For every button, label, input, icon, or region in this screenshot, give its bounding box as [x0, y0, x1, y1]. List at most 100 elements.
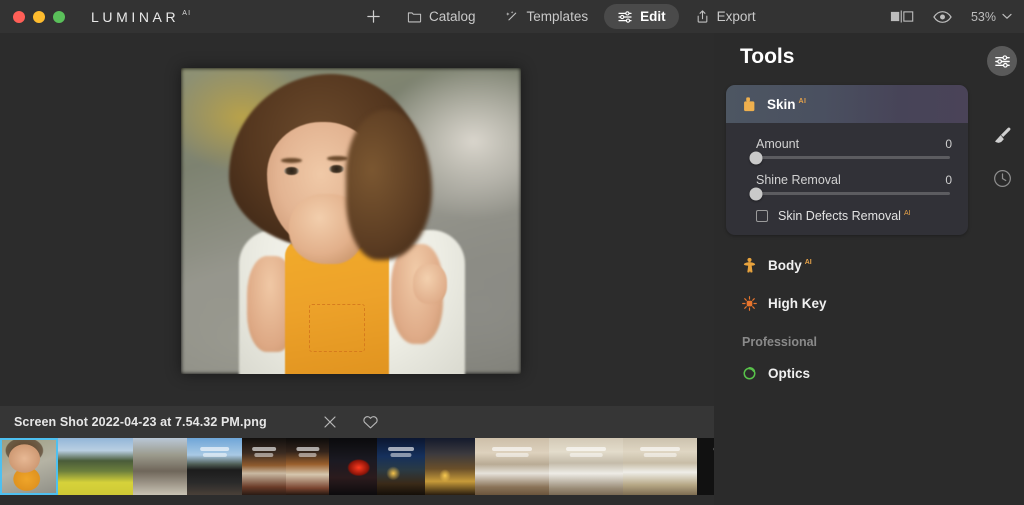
high-key-label-text: High Key	[768, 295, 827, 311]
history-clock-icon-button[interactable]	[987, 163, 1017, 193]
photo-eye-left	[284, 167, 299, 175]
close-window-button[interactable]	[13, 10, 25, 23]
photo-brow-right	[327, 156, 348, 161]
app-logo-text: LUMINAR	[91, 8, 180, 25]
optics-label-text: Optics	[768, 365, 811, 381]
brush-icon	[994, 127, 1010, 143]
checkbox-skin-defects-removal-label: Skin Defects Removal AI	[778, 209, 911, 223]
tool-row-optics-label: Optics	[768, 366, 810, 381]
checkbox-skin-defects-removal-box[interactable]	[756, 210, 768, 222]
close-icon[interactable]	[322, 414, 338, 430]
share-icon	[697, 10, 707, 23]
edit-tools-icon-button[interactable]	[987, 46, 1017, 76]
editor-canvas[interactable]	[0, 33, 714, 406]
traffic-lights	[13, 10, 65, 23]
tool-card-skin-header[interactable]: Skin AI	[726, 85, 968, 123]
folder-icon	[407, 12, 422, 23]
tool-card-skin-title: Skin AI	[767, 97, 806, 112]
current-filename: Screen Shot 2022-04-23 at 7.54.32 PM.png	[14, 415, 267, 429]
zoom-level-control[interactable]: 53%	[971, 10, 1012, 24]
filmstrip[interactable]	[0, 438, 714, 505]
title-bar: LUMINAR AI Catalog Templates Edit Export…	[0, 0, 1024, 33]
slider-amount-track[interactable]	[749, 151, 950, 164]
nav-edit[interactable]: Edit	[604, 4, 679, 29]
sliders-icon	[618, 10, 632, 23]
list-item[interactable]	[58, 438, 133, 495]
tool-row-high-key[interactable]: High Key	[714, 285, 980, 321]
nav-export[interactable]: Export	[682, 4, 769, 29]
skin-tool-icon	[744, 96, 755, 111]
list-item[interactable]	[549, 438, 623, 495]
slider-amount-header: Amount 0	[756, 137, 954, 151]
slider-shine-removal-track[interactable]	[749, 187, 950, 200]
list-item[interactable]	[133, 438, 187, 495]
slider-amount-value: 0	[945, 137, 952, 151]
file-info-bar: Screen Shot 2022-04-23 at 7.54.32 PM.png	[0, 406, 714, 438]
slider-amount-knob[interactable]	[749, 151, 763, 164]
file-actions	[322, 414, 379, 430]
slider-shine-removal[interactable]: Shine Removal 0	[749, 173, 954, 200]
optics-icon	[743, 366, 756, 379]
eye-icon[interactable]	[933, 10, 952, 24]
nav-templates-label: Templates	[526, 9, 589, 24]
body-label-text: Body	[768, 257, 802, 273]
list-item[interactable]	[623, 438, 697, 495]
brush-icon-button[interactable]	[987, 120, 1017, 150]
high-key-icon	[742, 295, 757, 311]
list-item[interactable]	[425, 438, 475, 495]
app-logo-ai-badge: AI	[182, 9, 192, 17]
nav-catalog[interactable]: Catalog	[394, 4, 489, 29]
tools-list: Skin AI Amount 0 Shine Removal 0 Skin De…	[714, 85, 980, 391]
skin-ai-badge: AI	[798, 97, 807, 105]
tool-row-body[interactable]: Body AI	[714, 247, 980, 283]
list-item[interactable]	[0, 438, 58, 495]
tool-row-high-key-label: High Key	[768, 296, 827, 311]
page-title: Tools	[740, 45, 795, 68]
nav-templates[interactable]: Templates	[492, 4, 602, 29]
list-item[interactable]	[329, 438, 377, 495]
filmstrip-scrollbar[interactable]	[0, 495, 714, 505]
slider-amount-label: Amount	[756, 137, 800, 151]
tool-mode-rail	[980, 33, 1024, 505]
list-item[interactable]	[242, 438, 286, 495]
section-header-professional: Professional	[742, 335, 818, 349]
plus-icon	[367, 10, 380, 23]
wand-icon	[505, 10, 516, 21]
nav-export-label: Export	[716, 9, 756, 24]
main-nav: Catalog Templates Edit Export	[356, 0, 769, 33]
slider-shine-removal-knob[interactable]	[749, 187, 763, 200]
luminar-ai-window: LUMINAR AI Catalog Templates Edit Export…	[0, 0, 1024, 505]
tool-row-body-label: Body AI	[768, 258, 812, 273]
tool-card-skin[interactable]: Skin AI Amount 0 Shine Removal 0 Skin De…	[726, 85, 968, 235]
add-photos-button[interactable]	[356, 4, 391, 29]
titlebar-right-controls: 53%	[890, 0, 1012, 33]
history-clock-icon	[993, 169, 1011, 187]
edit-tools-icon	[994, 54, 1010, 68]
app-logo: LUMINAR AI	[91, 9, 191, 25]
zoom-level-value: 53%	[970, 9, 996, 24]
compare-split-icon[interactable]	[890, 10, 914, 23]
skin-defects-label-text: Skin Defects Removal	[778, 209, 901, 223]
list-item[interactable]	[187, 438, 242, 495]
list-item[interactable]	[475, 438, 549, 495]
list-item[interactable]	[286, 438, 329, 495]
list-item[interactable]	[697, 438, 714, 495]
chevron-down-icon	[1002, 13, 1012, 20]
heart-icon[interactable]	[362, 414, 379, 430]
checkbox-skin-defects-removal[interactable]: Skin Defects Removal AI	[756, 209, 954, 223]
skin-defects-ai-badge: AI	[903, 210, 911, 217]
photo-pocket	[309, 304, 365, 352]
skin-title-text: Skin	[767, 96, 796, 112]
slider-shine-removal-header: Shine Removal 0	[756, 173, 954, 187]
nav-edit-label: Edit	[640, 9, 666, 24]
tool-row-optics[interactable]: Optics	[714, 355, 980, 391]
photo-eye-right	[329, 165, 344, 173]
slider-amount[interactable]: Amount 0	[749, 137, 954, 164]
photo-right-hand	[413, 264, 447, 304]
main-photo-preview[interactable]	[181, 68, 521, 374]
minimize-window-button[interactable]	[33, 10, 45, 23]
list-item[interactable]	[377, 438, 425, 495]
slider-shine-removal-value: 0	[945, 173, 952, 187]
zoom-window-button[interactable]	[53, 10, 65, 23]
nav-catalog-label: Catalog	[429, 9, 476, 24]
